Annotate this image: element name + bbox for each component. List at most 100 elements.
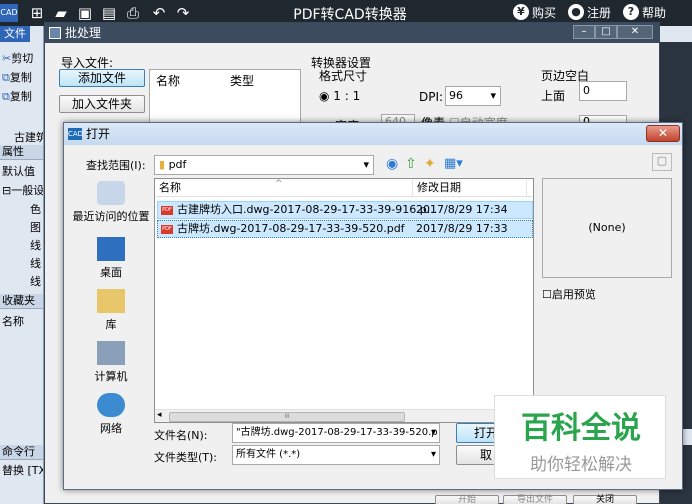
prop-row: 图 [30, 221, 41, 234]
cut-label: 剪切 [11, 52, 34, 65]
new-icon[interactable]: ⊞ [28, 4, 46, 22]
redo-icon[interactable]: ↷ [174, 4, 192, 22]
user-icon: ● [568, 4, 584, 20]
open-folder-icon[interactable]: ▰ [52, 4, 70, 22]
scissors-icon: ✂ [2, 52, 12, 65]
chevron-down-icon: ▾ [430, 427, 436, 438]
right-panel-control[interactable] [660, 26, 692, 42]
file-row[interactable]: PDF 古牌坊.dwg-2017-08-29-17-33-39-520.pdf 2… [157, 220, 533, 238]
minimize-button[interactable]: – [573, 25, 595, 39]
buy-button[interactable]: ¥ 购买 [513, 4, 556, 22]
prop-row: 线 [30, 257, 41, 270]
library-icon [97, 289, 125, 313]
close-button[interactable]: ✕ [617, 25, 653, 39]
copy-button-1[interactable]: ⧉复制 [2, 69, 32, 85]
place-computer[interactable]: 计算机 [68, 341, 154, 384]
add-file-button[interactable]: 添加文件 [59, 69, 145, 87]
scroll-thumb[interactable]: III [169, 412, 405, 422]
save-icon[interactable]: ▣ [76, 4, 94, 22]
place-network-label: 网络 [100, 422, 122, 435]
window-icon [49, 27, 61, 39]
open-title: 打开 [86, 127, 111, 141]
recent-places-icon [97, 181, 125, 205]
cad-side-panel: 文件 ✂剪切 ⧉复制 ⧉复制 古建筑 属性 默认值 ⊟一般设 色 图 线 线 线… [0, 26, 44, 504]
general-settings[interactable]: ⊟一般设 [2, 182, 43, 198]
command-output: 替换 [TXT [2, 464, 43, 477]
prop-row: 线 [30, 275, 41, 288]
open-titlebar: CAD 打开 ✕ [64, 123, 682, 145]
chevron-down-icon: ▾ [363, 158, 369, 171]
default-value[interactable]: 默认值 [2, 163, 35, 179]
preview-toggle-icon[interactable]: ▢ [652, 153, 672, 171]
new-folder-icon[interactable]: ✦ [424, 156, 436, 172]
start-button[interactable]: 开始 [435, 495, 499, 504]
prop-row: 色 [30, 203, 41, 216]
watermark-subtitle: 助你轻松解决 [530, 455, 632, 475]
undo-icon[interactable]: ↶ [150, 4, 168, 22]
top-margin-label: 上面 [541, 89, 566, 103]
close-button[interactable]: ✕ [646, 125, 680, 142]
file-tab[interactable]: 文件 [0, 26, 30, 42]
help-icon: ? [623, 4, 639, 20]
command-line-header: 命令行 [0, 445, 43, 460]
place-library[interactable]: 库 [68, 289, 154, 332]
prop-row: 线 [30, 239, 41, 252]
watermark-title: 百科全说 [521, 411, 641, 446]
batch-titlebar: 批处理 – □ ✕ [45, 23, 659, 43]
filename-input[interactable]: "古牌坊.dwg-2017-08-29-17-33-39-520.p ▾ [232, 423, 440, 443]
top-margin-input[interactable]: 0 [579, 81, 627, 101]
batch-title: 批处理 [65, 26, 102, 40]
ratio-label: 1 : 1 [333, 89, 361, 103]
format-size-label: 格式尺寸 [319, 69, 368, 83]
enable-preview-checkbox[interactable]: ☐启用预览 [542, 286, 596, 302]
column-name[interactable]: 名称 [156, 72, 180, 89]
cut-button[interactable]: ✂剪切 [2, 50, 33, 66]
help-button[interactable]: ? 帮助 [623, 4, 666, 22]
up-folder-icon[interactable]: ⇧ [405, 156, 417, 172]
file-list[interactable]: 名称 ^ 修改日期 PDF 古建牌坊入口.dwg-2017-08-29-17-33-… [154, 178, 534, 423]
folder-icon: ▮ [159, 158, 166, 171]
sort-ascending-icon: ^ [275, 179, 283, 189]
maximize-button[interactable]: □ [595, 25, 617, 39]
add-folder-button[interactable]: 加入文件夹 [59, 95, 145, 113]
file-name: 古牌坊.dwg-2017-08-29-17-33-39-520.pdf [177, 222, 405, 235]
filename-value: "古牌坊.dwg-2017-08-29-17-33-39-520.p [236, 427, 438, 438]
file-date: 2017/8/29 17:34 [416, 203, 508, 216]
app-logo: CAD [0, 4, 18, 22]
ratio-radio[interactable]: ◉ 1 : 1 [319, 89, 360, 103]
close-batch-button[interactable]: 关闭 [573, 495, 637, 504]
filetype-label: 文件类型(T): [154, 451, 218, 464]
register-label: 注册 [587, 6, 612, 20]
dpi-select[interactable]: 96 ▾ [445, 86, 501, 106]
copy-icon: ⧉ [2, 90, 10, 103]
look-in-select[interactable]: ▮ pdf ▾ [154, 155, 374, 175]
scroll-left-icon[interactable]: ◂ [157, 410, 162, 420]
print-icon[interactable]: ⎙ [124, 4, 142, 22]
column-modified-header[interactable]: 修改日期 [413, 179, 527, 197]
filetype-select[interactable]: 所有文件 (*.*) ▾ [232, 445, 440, 465]
back-icon[interactable]: ◉ [386, 156, 398, 172]
view-menu-icon[interactable]: ▦▾ [444, 156, 463, 171]
place-network[interactable]: 网络 [68, 393, 154, 436]
horizontal-scrollbar[interactable]: ◂ III [155, 409, 533, 422]
pdf-file-icon: PDF [161, 205, 173, 215]
column-type[interactable]: 类型 [230, 72, 254, 89]
column-name-header[interactable]: 名称 ^ [155, 179, 413, 197]
desktop-icon [97, 237, 125, 261]
file-row[interactable]: PDF 古建牌坊入口.dwg-2017-08-29-17-33-39-916.p.… [157, 201, 533, 219]
favorites-header: 收藏夹 [0, 294, 43, 309]
help-label: 帮助 [642, 6, 667, 20]
preview-pane: (None) [542, 178, 672, 278]
place-recent[interactable]: 最近访问的位置 [68, 181, 154, 224]
export-file-button[interactable]: 导出文件 [503, 495, 567, 504]
register-button[interactable]: ● 注册 [568, 4, 611, 22]
column-more-header[interactable] [527, 179, 533, 197]
save-as-icon[interactable]: ▤ [100, 4, 118, 22]
place-desktop[interactable]: 桌面 [68, 237, 154, 280]
computer-icon [97, 341, 125, 365]
pdf-file-icon: PDF [161, 224, 173, 234]
copy-button-2[interactable]: ⧉复制 [2, 88, 32, 104]
drawing-name: 古建筑 [14, 131, 44, 144]
file-date: 2017/8/29 17:33 [416, 222, 508, 235]
dpi-label: DPI: [419, 90, 444, 104]
